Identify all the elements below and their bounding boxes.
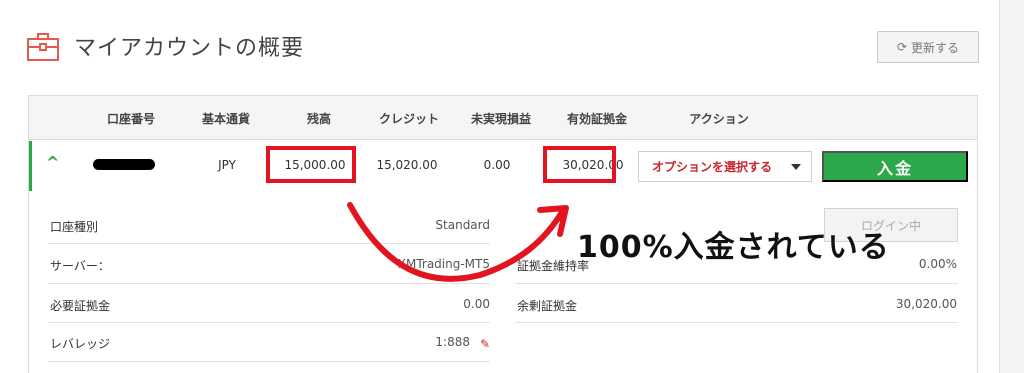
divider <box>515 322 958 323</box>
table-header: 口座番号 基本通貨 残高 クレジット 未実現損益 有効証拠金 アクション <box>29 96 977 140</box>
table-row: ^ JPY 15,000.00 15,020.00 0.00 30,020.00… <box>29 141 977 191</box>
action-select[interactable]: オプションを選択する <box>638 151 812 182</box>
refresh-label: 更新する <box>911 40 960 55</box>
required-margin-value: 0.00 <box>463 297 490 311</box>
account-type-label: 口座種別 <box>50 220 99 234</box>
server-label: サーバー： <box>50 259 110 273</box>
refresh-button[interactable]: ⟳ 更新する <box>877 31 979 63</box>
divider <box>48 243 490 244</box>
redacted-account-number <box>93 159 155 170</box>
free-margin-value: 30,020.00 <box>895 297 957 311</box>
deposit-button[interactable]: 入金 <box>822 151 968 182</box>
account-type-value: Standard <box>435 218 490 232</box>
action-select-label: オプションを選択する <box>652 160 773 174</box>
required-margin-label: 必要証拠金 <box>50 299 111 313</box>
free-margin-label: 余剰証拠金 <box>517 299 578 313</box>
leverage-value: 1:888 <box>435 335 470 349</box>
page-header: マイアカウントの概要 ⟳ 更新する <box>0 0 1000 90</box>
pencil-icon[interactable]: ✎ <box>480 337 490 351</box>
divider <box>48 361 490 362</box>
chevron-up-icon[interactable]: ^ <box>46 153 59 172</box>
leverage-label: レバレッジ <box>50 337 111 351</box>
column-header-equity: 有効証拠金 <box>566 112 627 126</box>
annotation-text: 100%入金されている <box>577 230 890 265</box>
cell-credit: 15,020.00 <box>376 158 438 172</box>
column-header-account-number: 口座番号 <box>106 112 155 126</box>
cell-unrealized-pl: 0.00 <box>483 158 511 172</box>
equity-highlight-box <box>543 146 616 183</box>
divider <box>48 283 490 284</box>
column-header-action: アクション <box>689 112 749 126</box>
briefcase-icon <box>27 33 59 61</box>
page-title: マイアカウントの概要 <box>74 36 305 61</box>
account-overview-card: マイアカウントの概要 ⟳ 更新する 口座番号 基本通貨 残高 クレジット 未実現… <box>0 0 1000 373</box>
column-header-credit: クレジット <box>378 112 439 126</box>
column-header-unrealized-pl: 未実現損益 <box>470 112 531 126</box>
balance-highlight-box <box>266 146 356 183</box>
divider <box>48 322 490 323</box>
divider <box>515 283 958 284</box>
column-header-balance: 残高 <box>306 112 331 126</box>
caret-down-icon <box>791 164 801 170</box>
column-header-base-currency: 基本通貨 <box>201 112 250 126</box>
server-value: XMTrading-MT5 <box>397 257 490 271</box>
refresh-icon: ⟳ <box>896 40 908 54</box>
cell-currency: JPY <box>218 158 236 172</box>
